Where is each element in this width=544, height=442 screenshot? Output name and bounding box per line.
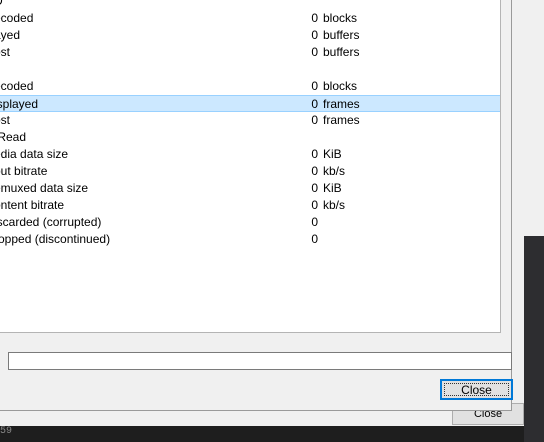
stat-unit: KiB [323,147,342,161]
statistics-dialog: D ecoded 0 blocks ayed 0 buffers ost 0 b… [0,0,513,411]
list-item[interactable]: edia data size 0 KiB [0,146,500,163]
stat-value: 0 [311,79,318,93]
stat-value: 0 [311,147,318,161]
stat-value: 0 [311,215,318,229]
list-item[interactable]: ecoded 0 blocks [0,78,500,95]
stat-value: 0 [311,113,318,127]
stat-label: iscarded (corrupted) [0,215,102,229]
stat-unit: blocks [323,79,358,93]
background-status-text: 59 [0,426,13,437]
stat-value: 0 [311,164,318,178]
background-window-edge [524,0,544,236]
list-item[interactable]: put bitrate 0 kb/s [0,163,500,180]
stat-value: 0 [311,232,318,246]
stat-label: ayed [0,28,21,42]
stat-value: 0 [311,97,318,111]
stat-label: isplayed [0,97,39,111]
stat-unit: KiB [323,181,342,195]
stat-label: emuxed data size [0,181,89,195]
list-item-selected[interactable]: isplayed 0 frames [0,95,500,112]
list-item[interactable]: D [0,0,500,10]
list-item[interactable]: ayed 0 buffers [0,27,500,44]
stat-value: 0 [311,45,318,59]
list-item[interactable]: /Read [0,129,500,146]
stat-label: ecoded [0,79,34,93]
list-item[interactable]: ost 0 frames [0,112,500,129]
stat-label: ontent bitrate [0,198,65,212]
stat-label: ost [0,45,11,59]
status-field[interactable] [8,352,512,370]
list-item[interactable]: ecoded 0 blocks [0,10,500,27]
stat-unit: buffers [323,45,360,59]
list-item[interactable]: ontent bitrate 0 kb/s [0,197,500,214]
stat-unit: blocks [323,11,358,25]
stat-unit: kb/s [323,198,346,212]
stat-label: /Read [0,130,27,144]
stat-unit: kb/s [323,164,346,178]
stat-value: 0 [311,11,318,25]
stat-value: 0 [311,181,318,195]
stat-unit: frames [323,113,360,127]
stat-value: 0 [311,198,318,212]
close-button[interactable]: Close [440,379,513,400]
stat-unit: buffers [323,28,360,42]
list-item[interactable]: ost 0 buffers [0,44,500,61]
list-item[interactable]: iscarded (corrupted) 0 [0,214,500,231]
focus-rectangle [444,383,509,396]
stat-label: ost [0,113,11,127]
stat-label: ecoded [0,11,34,25]
stat-unit: frames [323,97,360,111]
stat-label: edia data size [0,147,69,161]
list-item[interactable]: ropped (discontinued) 0 [0,231,500,248]
list-item[interactable]: emuxed data size 0 KiB [0,180,500,197]
stat-label: ropped (discontinued) [0,232,111,246]
stat-label: D [0,0,3,8]
statistics-list[interactable]: D ecoded 0 blocks ayed 0 buffers ost 0 b… [0,0,501,333]
list-item[interactable] [0,61,500,78]
stat-label: put bitrate [0,164,48,178]
stat-value: 0 [311,28,318,42]
background-editor-area [524,236,544,442]
